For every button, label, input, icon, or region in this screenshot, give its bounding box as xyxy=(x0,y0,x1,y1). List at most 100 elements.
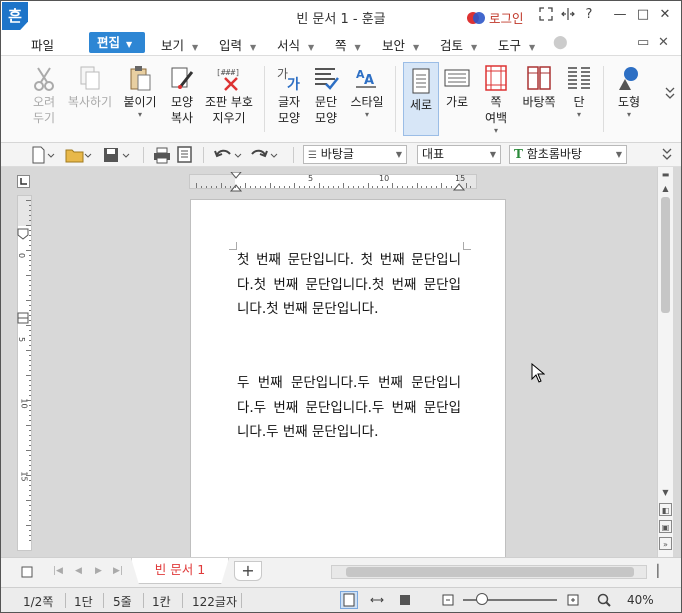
fit-width-button[interactable] xyxy=(368,591,386,609)
indent-marker-icon[interactable] xyxy=(230,172,242,192)
add-tab-button[interactable]: + xyxy=(234,561,262,581)
columns-button[interactable]: 단 ▾ xyxy=(563,60,595,140)
save-icon[interactable] xyxy=(103,146,131,164)
header-marker-icon[interactable] xyxy=(16,312,30,324)
svg-text:가: 가 xyxy=(287,77,300,92)
fullscreen-icon[interactable] xyxy=(536,7,556,25)
new-document-icon[interactable] xyxy=(31,146,55,164)
vertical-ruler[interactable]: 0 5 10 15 xyxy=(17,195,32,551)
scrollbar-thumb[interactable] xyxy=(346,567,634,577)
ruler-tick xyxy=(235,186,237,188)
tab-document-1[interactable]: 빈 문서 1 xyxy=(131,558,229,584)
font-language-select[interactable]: 대표 ▼ xyxy=(417,145,501,164)
style-select[interactable]: ☰ 바탕글 ▼ xyxy=(303,145,407,164)
zoom-in-button[interactable] xyxy=(564,591,582,609)
paragraph[interactable]: 첫 번째 문단입니다. 첫 번째 문단입니다.첫 번째 문단입니다.첫 번째 문… xyxy=(237,248,461,322)
ruler-tick xyxy=(29,305,31,306)
clear-markup-button[interactable]: [###] 조판 부호 지우기 xyxy=(203,60,255,140)
format-copy-button[interactable]: 모양 복사 xyxy=(165,60,199,140)
scroll-top-icon[interactable]: ▬ xyxy=(659,168,672,181)
ruler-tab-selector[interactable] xyxy=(17,175,30,188)
undo-icon[interactable] xyxy=(213,146,243,164)
page-nav-icon[interactable]: ▣ xyxy=(659,520,672,533)
ruler-tick xyxy=(294,183,295,188)
ruler-tick xyxy=(29,390,31,391)
prev-page-icon[interactable]: ◧ xyxy=(659,503,672,516)
ribbon-expand-icon[interactable] xyxy=(665,86,675,103)
top-margin-marker-icon[interactable] xyxy=(16,228,30,240)
para-shape-button[interactable]: 문단 모양 xyxy=(309,60,343,140)
scroll-down-icon[interactable]: ▼ xyxy=(659,486,672,499)
document-page[interactable]: 첫 번째 문단입니다. 첫 번째 문단입니다.첫 번째 문단입니다.첫 번째 문… xyxy=(190,199,506,557)
shapes-button[interactable]: 도형 ▾ xyxy=(611,60,647,140)
ruler-tick xyxy=(259,186,261,188)
restore-button[interactable]: ▭ xyxy=(637,35,649,50)
landscape-button[interactable]: 가로 xyxy=(441,60,473,140)
scrollbar-thumb[interactable] xyxy=(661,197,670,313)
status-line: 5줄 xyxy=(113,595,132,609)
markup-clear-icon: [###] xyxy=(216,68,240,91)
status-column: 1단 xyxy=(74,595,93,609)
vertical-scrollbar[interactable]: ▬ ▲ ▼ ◧ ▣ » xyxy=(657,167,673,557)
ruler-tick xyxy=(29,260,31,261)
split-handle-icon[interactable]: ▕ xyxy=(649,564,658,578)
portrait-button[interactable]: 세로 xyxy=(403,62,439,136)
menu-view[interactable]: 보기 ▼ xyxy=(161,35,198,54)
prev-tab-icon[interactable]: ◀ xyxy=(75,566,82,576)
menu-tools[interactable]: 도구 ▼ xyxy=(498,35,535,54)
tab-list-icon[interactable] xyxy=(21,566,33,581)
redo-icon[interactable] xyxy=(249,146,279,164)
ruler-tick xyxy=(29,370,31,371)
ruler-tick xyxy=(26,450,31,451)
chevron-down-icon: ▼ xyxy=(471,43,478,52)
menu-page[interactable]: 쪽 ▼ xyxy=(335,35,361,54)
login-button[interactable]: 로그인 xyxy=(467,8,524,27)
menu-insert[interactable]: 입력 ▼ xyxy=(219,35,256,54)
print-icon[interactable] xyxy=(153,146,171,164)
cut-button[interactable]: 오려 두기 xyxy=(25,60,63,140)
horizontal-scrollbar[interactable] xyxy=(331,565,647,579)
svg-text:A: A xyxy=(364,73,374,88)
menu-file[interactable]: 파일 xyxy=(31,35,54,54)
page-margin-button[interactable]: 쪽 여백 ▾ xyxy=(479,60,513,140)
menu-format[interactable]: 서식 ▼ xyxy=(277,35,314,54)
copy-button[interactable]: 복사하기 xyxy=(67,60,113,140)
last-tab-icon[interactable]: ▶| xyxy=(113,566,123,576)
ruler-label: 15 xyxy=(19,471,29,482)
help-icon[interactable]: ? xyxy=(579,7,599,22)
next-tab-icon[interactable]: ▶ xyxy=(95,566,102,576)
maximize-button[interactable]: □ xyxy=(633,7,653,22)
minimize-button[interactable]: — xyxy=(610,7,630,22)
char-shape-button[interactable]: 가가 글자 모양 xyxy=(273,60,305,140)
zoom-level[interactable]: 40% xyxy=(627,593,654,607)
page-view-button[interactable] xyxy=(340,591,358,609)
style-button[interactable]: AA 스타일 ▾ xyxy=(347,60,387,140)
ruler-tick xyxy=(29,470,31,471)
close-button[interactable]: ✕ xyxy=(655,7,675,22)
split-view-icon[interactable] xyxy=(558,7,578,25)
status-page: 1/2쪽 xyxy=(23,595,54,609)
font-select[interactable]: T 함초롬바탕 ▼ xyxy=(509,145,627,164)
fit-page-button[interactable] xyxy=(396,591,414,609)
next-page-icon[interactable]: » xyxy=(659,537,672,550)
more-icon[interactable]: ⬤ xyxy=(553,35,568,50)
zoom-out-button[interactable] xyxy=(439,591,457,609)
horizontal-ruler[interactable]: 5 10 15 xyxy=(189,172,477,192)
preview-icon[interactable] xyxy=(177,146,193,164)
right-indent-marker-icon[interactable] xyxy=(453,179,465,191)
master-page-button[interactable]: 바탕쪽 xyxy=(519,60,559,140)
login-label: 로그인 xyxy=(489,11,524,26)
menu-security[interactable]: 보안 ▼ xyxy=(382,35,419,54)
paste-button[interactable]: 붙이기 ▾ xyxy=(121,60,159,140)
toolbar-expand-icon[interactable] xyxy=(662,147,672,165)
first-tab-icon[interactable]: |◀ xyxy=(53,566,63,576)
open-folder-icon[interactable] xyxy=(65,146,93,164)
menu-edit[interactable]: 편집 ▼ xyxy=(89,32,145,53)
magnifier-icon[interactable] xyxy=(595,591,613,609)
zoom-slider-knob[interactable] xyxy=(475,593,488,605)
doc-close-button[interactable]: ✕ xyxy=(658,35,669,50)
scroll-up-icon[interactable]: ▲ xyxy=(659,182,672,195)
menu-review[interactable]: 검토 ▼ xyxy=(440,35,477,54)
paragraph[interactable]: 두 번째 문단입니다.두 번째 문단입니다.두 번째 문단입니다.두 번째 문단… xyxy=(237,371,461,445)
status-separator xyxy=(65,593,66,608)
